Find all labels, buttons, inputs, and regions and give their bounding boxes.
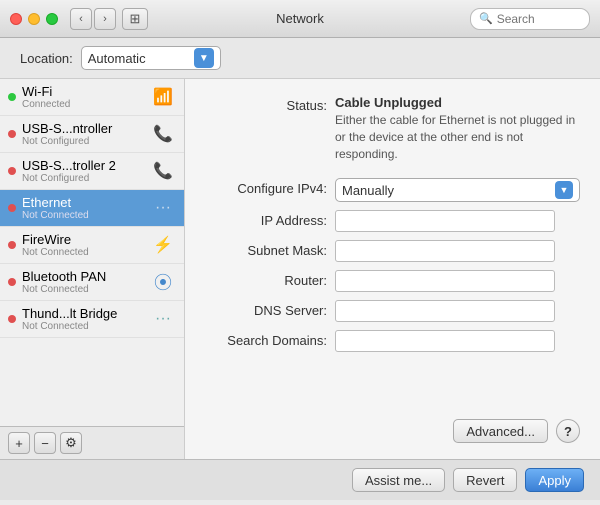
status-dot-thunderbolt (8, 315, 16, 323)
subnet-input[interactable] (335, 240, 555, 262)
sidebar-item-usb1[interactable]: USB-S...ntroller Not Configured 📞 (0, 116, 184, 153)
dns-input[interactable] (335, 300, 555, 322)
sidebar-item-usb2-status: Not Configured (22, 173, 150, 184)
sidebar-item-wifi-name: Wi-Fi (22, 84, 150, 99)
domains-label: Search Domains: (205, 330, 335, 348)
search-bar[interactable]: 🔍 (470, 8, 590, 30)
status-dot-bluetooth (8, 278, 16, 286)
location-label: Location: (20, 51, 73, 66)
assist-button[interactable]: Assist me... (352, 468, 445, 492)
status-dot-firewire (8, 241, 16, 249)
dns-row: DNS Server: (205, 300, 580, 322)
configure-row: Configure IPv4: Manually ▼ (205, 178, 580, 202)
right-panel: Status: Cable Unplugged Either the cable… (185, 79, 600, 459)
gear-menu-button[interactable]: ⚙ (60, 432, 82, 454)
window-title: Network (276, 11, 324, 26)
subnet-row: Subnet Mask: (205, 240, 580, 262)
search-input[interactable] (497, 12, 581, 26)
domains-row: Search Domains: (205, 330, 580, 352)
advanced-area: Advanced... ? (205, 360, 580, 443)
forward-button[interactable]: › (94, 8, 116, 30)
status-dot-wifi (8, 93, 16, 101)
sidebar-item-thunderbolt-name: Thund...lt Bridge (22, 306, 150, 321)
status-dot-ethernet (8, 204, 16, 212)
location-select[interactable]: Automatic ▼ (81, 46, 221, 70)
back-button[interactable]: ‹ (70, 8, 92, 30)
location-bar: Location: Automatic ▼ (0, 38, 600, 79)
usb1-icon: 📞 (150, 121, 176, 147)
add-network-button[interactable]: + (8, 432, 30, 454)
bluetooth-icon: ⦿ (150, 269, 176, 295)
main-content: Wi-Fi Connected 📶 USB-S...ntroller Not C… (0, 79, 600, 459)
wifi-icon: 📶 (150, 84, 176, 110)
dns-label: DNS Server: (205, 300, 335, 318)
ethernet-icon: ··· (150, 195, 176, 221)
sidebar-item-thunderbolt-status: Not Connected (22, 321, 150, 332)
sidebar-toolbar: + − ⚙ (0, 426, 184, 459)
sidebar-item-firewire-status: Not Connected (22, 247, 150, 258)
sidebar-item-bluetooth-name: Bluetooth PAN (22, 269, 150, 284)
titlebar: ‹ › ⊞ Network 🔍 (0, 0, 600, 38)
sidebar-list: Wi-Fi Connected 📶 USB-S...ntroller Not C… (0, 79, 184, 426)
bottom-bar: Assist me... Revert Apply (0, 459, 600, 500)
domains-input[interactable] (335, 330, 555, 352)
sidebar-item-thunderbolt[interactable]: Thund...lt Bridge Not Connected ··· (0, 301, 184, 338)
ip-address-row: IP Address: (205, 210, 580, 232)
status-dot-usb1 (8, 130, 16, 138)
status-row: Status: Cable Unplugged Either the cable… (205, 95, 580, 162)
status-label: Status: (205, 95, 335, 113)
ip-input[interactable] (335, 210, 555, 232)
sidebar-item-bluetooth[interactable]: Bluetooth PAN Not Connected ⦿ (0, 264, 184, 301)
configure-ipv4-select[interactable]: Manually ▼ (335, 178, 580, 202)
sidebar-item-ethernet-status: Not Connected (22, 210, 150, 221)
revert-button[interactable]: Revert (453, 468, 517, 492)
location-value: Automatic (88, 51, 194, 66)
sidebar-item-firewire-name: FireWire (22, 232, 150, 247)
sidebar-item-ethernet-name: Ethernet (22, 195, 150, 210)
help-button[interactable]: ? (556, 419, 580, 443)
configure-ipv4-value: Manually (342, 183, 555, 198)
router-label: Router: (205, 270, 335, 288)
sidebar-item-wifi-status: Connected (22, 99, 150, 110)
sidebar-item-bluetooth-status: Not Connected (22, 284, 150, 295)
subnet-label: Subnet Mask: (205, 240, 335, 258)
sidebar-item-wifi[interactable]: Wi-Fi Connected 📶 (0, 79, 184, 116)
status-dot-usb2 (8, 167, 16, 175)
search-icon: 🔍 (479, 12, 493, 25)
sidebar-item-ethernet[interactable]: Ethernet Not Connected ··· (0, 190, 184, 227)
maximize-button[interactable] (46, 13, 58, 25)
thunderbolt-icon: ··· (150, 306, 176, 332)
location-dropdown-arrow: ▼ (194, 48, 214, 68)
configure-label: Configure IPv4: (205, 178, 335, 196)
status-value: Cable Unplugged (335, 95, 442, 110)
router-input[interactable] (335, 270, 555, 292)
status-description: Either the cable for Ethernet is not plu… (335, 112, 580, 162)
firewire-icon: ⚡ (150, 232, 176, 258)
apply-button[interactable]: Apply (525, 468, 584, 492)
remove-network-button[interactable]: − (34, 432, 56, 454)
sidebar-item-usb1-name: USB-S...ntroller (22, 121, 150, 136)
traffic-lights (10, 13, 58, 25)
advanced-button[interactable]: Advanced... (453, 419, 548, 443)
sidebar-item-firewire[interactable]: FireWire Not Connected ⚡ (0, 227, 184, 264)
sidebar-item-usb1-status: Not Configured (22, 136, 150, 147)
sidebar: Wi-Fi Connected 📶 USB-S...ntroller Not C… (0, 79, 185, 459)
minimize-button[interactable] (28, 13, 40, 25)
sidebar-item-usb2-name: USB-S...troller 2 (22, 158, 150, 173)
configure-dropdown-arrow: ▼ (555, 181, 573, 199)
close-button[interactable] (10, 13, 22, 25)
usb2-icon: 📞 (150, 158, 176, 184)
sidebar-item-usb2[interactable]: USB-S...troller 2 Not Configured 📞 (0, 153, 184, 190)
ip-label: IP Address: (205, 210, 335, 228)
nav-buttons: ‹ › (70, 8, 116, 30)
grid-button[interactable]: ⊞ (122, 8, 148, 30)
router-row: Router: (205, 270, 580, 292)
